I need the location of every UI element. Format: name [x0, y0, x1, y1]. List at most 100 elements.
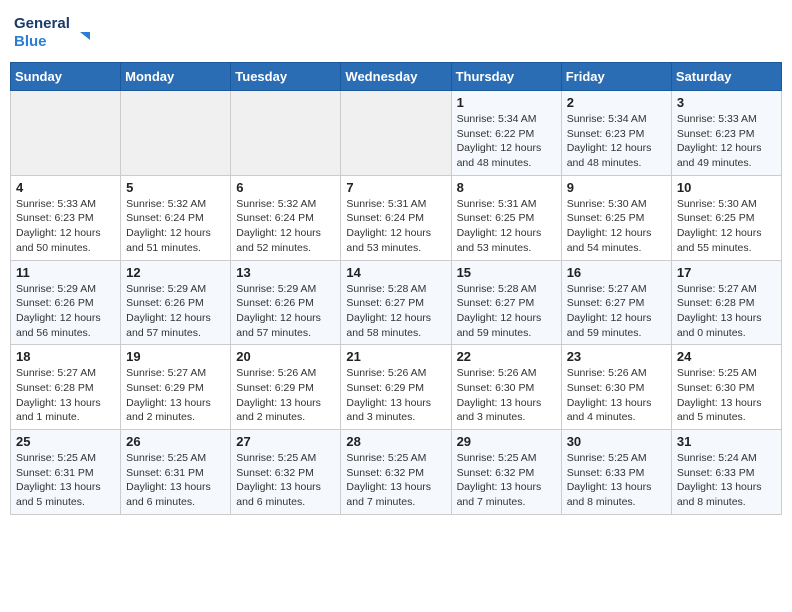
day-number: 7 [346, 180, 445, 195]
day-number: 12 [126, 265, 225, 280]
day-info: Sunrise: 5:26 AM Sunset: 6:30 PM Dayligh… [567, 366, 666, 425]
day-info: Sunrise: 5:34 AM Sunset: 6:22 PM Dayligh… [457, 112, 556, 171]
weekday-header-wednesday: Wednesday [341, 63, 451, 91]
day-info: Sunrise: 5:27 AM Sunset: 6:28 PM Dayligh… [677, 282, 776, 341]
calendar-cell: 11 Sunrise: 5:29 AM Sunset: 6:26 PM Dayli… [11, 260, 121, 345]
day-number: 20 [236, 349, 335, 364]
svg-text:General: General [14, 15, 70, 32]
day-info: Sunrise: 5:28 AM Sunset: 6:27 PM Dayligh… [346, 282, 445, 341]
day-info: Sunrise: 5:25 AM Sunset: 6:32 PM Dayligh… [457, 451, 556, 510]
day-number: 8 [457, 180, 556, 195]
calendar-cell: 5 Sunrise: 5:32 AM Sunset: 6:24 PM Daylig… [121, 175, 231, 260]
day-info: Sunrise: 5:26 AM Sunset: 6:29 PM Dayligh… [236, 366, 335, 425]
calendar-cell: 10 Sunrise: 5:30 AM Sunset: 6:25 PM Dayli… [671, 175, 781, 260]
calendar-week-2: 4 Sunrise: 5:33 AM Sunset: 6:23 PM Daylig… [11, 175, 782, 260]
day-info: Sunrise: 5:31 AM Sunset: 6:25 PM Dayligh… [457, 197, 556, 256]
day-number: 21 [346, 349, 445, 364]
day-info: Sunrise: 5:30 AM Sunset: 6:25 PM Dayligh… [677, 197, 776, 256]
calendar-cell: 7 Sunrise: 5:31 AM Sunset: 6:24 PM Daylig… [341, 175, 451, 260]
day-number: 18 [16, 349, 115, 364]
weekday-header-thursday: Thursday [451, 63, 561, 91]
day-info: Sunrise: 5:27 AM Sunset: 6:28 PM Dayligh… [16, 366, 115, 425]
calendar-cell: 31 Sunrise: 5:24 AM Sunset: 6:33 PM Dayli… [671, 430, 781, 515]
day-number: 16 [567, 265, 666, 280]
day-info: Sunrise: 5:34 AM Sunset: 6:23 PM Dayligh… [567, 112, 666, 171]
day-info: Sunrise: 5:29 AM Sunset: 6:26 PM Dayligh… [236, 282, 335, 341]
day-info: Sunrise: 5:29 AM Sunset: 6:26 PM Dayligh… [126, 282, 225, 341]
calendar-header-row: SundayMondayTuesdayWednesdayThursdayFrid… [11, 63, 782, 91]
weekday-header-friday: Friday [561, 63, 671, 91]
calendar-cell: 19 Sunrise: 5:27 AM Sunset: 6:29 PM Dayli… [121, 345, 231, 430]
calendar-cell: 20 Sunrise: 5:26 AM Sunset: 6:29 PM Dayli… [231, 345, 341, 430]
calendar-cell: 9 Sunrise: 5:30 AM Sunset: 6:25 PM Daylig… [561, 175, 671, 260]
day-number: 5 [126, 180, 225, 195]
weekday-header-sunday: Sunday [11, 63, 121, 91]
day-number: 29 [457, 434, 556, 449]
svg-text:Blue: Blue [14, 33, 47, 50]
calendar-cell: 25 Sunrise: 5:25 AM Sunset: 6:31 PM Dayli… [11, 430, 121, 515]
calendar-cell: 22 Sunrise: 5:26 AM Sunset: 6:30 PM Dayli… [451, 345, 561, 430]
calendar-cell: 13 Sunrise: 5:29 AM Sunset: 6:26 PM Dayli… [231, 260, 341, 345]
day-number: 1 [457, 95, 556, 110]
day-info: Sunrise: 5:32 AM Sunset: 6:24 PM Dayligh… [236, 197, 335, 256]
calendar-cell: 30Sunrise: 5:25 AM Sunset: 6:33 PM Dayli… [561, 430, 671, 515]
calendar-cell: 16 Sunrise: 5:27 AM Sunset: 6:27 PM Dayli… [561, 260, 671, 345]
day-info: Sunrise: 5:32 AM Sunset: 6:24 PM Dayligh… [126, 197, 225, 256]
calendar-cell: 3Sunrise: 5:33 AM Sunset: 6:23 PM Daylig… [671, 91, 781, 176]
day-number: 3 [677, 95, 776, 110]
calendar-cell [341, 91, 451, 176]
day-info: Sunrise: 5:27 AM Sunset: 6:27 PM Dayligh… [567, 282, 666, 341]
day-number: 25 [16, 434, 115, 449]
day-number: 6 [236, 180, 335, 195]
day-info: Sunrise: 5:26 AM Sunset: 6:30 PM Dayligh… [457, 366, 556, 425]
calendar-cell: 14Sunrise: 5:28 AM Sunset: 6:27 PM Dayli… [341, 260, 451, 345]
logo: General Blue [14, 10, 94, 54]
day-info: Sunrise: 5:25 AM Sunset: 6:30 PM Dayligh… [677, 366, 776, 425]
calendar-cell: 21 Sunrise: 5:26 AM Sunset: 6:29 PM Dayli… [341, 345, 451, 430]
day-info: Sunrise: 5:24 AM Sunset: 6:33 PM Dayligh… [677, 451, 776, 510]
calendar-table: SundayMondayTuesdayWednesdayThursdayFrid… [10, 62, 782, 515]
day-info: Sunrise: 5:30 AM Sunset: 6:25 PM Dayligh… [567, 197, 666, 256]
day-info: Sunrise: 5:25 AM Sunset: 6:31 PM Dayligh… [126, 451, 225, 510]
day-info: Sunrise: 5:33 AM Sunset: 6:23 PM Dayligh… [16, 197, 115, 256]
calendar-cell: 29 Sunrise: 5:25 AM Sunset: 6:32 PM Dayli… [451, 430, 561, 515]
day-info: Sunrise: 5:27 AM Sunset: 6:29 PM Dayligh… [126, 366, 225, 425]
calendar-week-4: 18 Sunrise: 5:27 AM Sunset: 6:28 PM Dayli… [11, 345, 782, 430]
day-info: Sunrise: 5:26 AM Sunset: 6:29 PM Dayligh… [346, 366, 445, 425]
calendar-cell: 23Sunrise: 5:26 AM Sunset: 6:30 PM Dayli… [561, 345, 671, 430]
day-info: Sunrise: 5:28 AM Sunset: 6:27 PM Dayligh… [457, 282, 556, 341]
calendar-cell: 18 Sunrise: 5:27 AM Sunset: 6:28 PM Dayli… [11, 345, 121, 430]
calendar-cell [11, 91, 121, 176]
day-number: 26 [126, 434, 225, 449]
day-number: 9 [567, 180, 666, 195]
day-number: 15 [457, 265, 556, 280]
weekday-header-monday: Monday [121, 63, 231, 91]
calendar-week-3: 11 Sunrise: 5:29 AM Sunset: 6:26 PM Dayli… [11, 260, 782, 345]
day-info: Sunrise: 5:31 AM Sunset: 6:24 PM Dayligh… [346, 197, 445, 256]
calendar-cell: 8 Sunrise: 5:31 AM Sunset: 6:25 PM Daylig… [451, 175, 561, 260]
day-number: 30 [567, 434, 666, 449]
calendar-cell [121, 91, 231, 176]
day-number: 17 [677, 265, 776, 280]
day-number: 24 [677, 349, 776, 364]
calendar-cell: 26 Sunrise: 5:25 AM Sunset: 6:31 PM Dayli… [121, 430, 231, 515]
calendar-week-1: 1 Sunrise: 5:34 AM Sunset: 6:22 PM Daylig… [11, 91, 782, 176]
calendar-cell: 4 Sunrise: 5:33 AM Sunset: 6:23 PM Daylig… [11, 175, 121, 260]
day-number: 19 [126, 349, 225, 364]
day-number: 10 [677, 180, 776, 195]
calendar-cell: 12 Sunrise: 5:29 AM Sunset: 6:26 PM Dayli… [121, 260, 231, 345]
calendar-week-5: 25 Sunrise: 5:25 AM Sunset: 6:31 PM Dayli… [11, 430, 782, 515]
day-number: 31 [677, 434, 776, 449]
calendar-cell: 6 Sunrise: 5:32 AM Sunset: 6:24 PM Daylig… [231, 175, 341, 260]
day-info: Sunrise: 5:25 AM Sunset: 6:31 PM Dayligh… [16, 451, 115, 510]
calendar-cell [231, 91, 341, 176]
day-number: 13 [236, 265, 335, 280]
weekday-header-tuesday: Tuesday [231, 63, 341, 91]
day-number: 22 [457, 349, 556, 364]
day-info: Sunrise: 5:29 AM Sunset: 6:26 PM Dayligh… [16, 282, 115, 341]
day-number: 11 [16, 265, 115, 280]
day-number: 28 [346, 434, 445, 449]
day-number: 4 [16, 180, 115, 195]
calendar-cell: 28Sunrise: 5:25 AM Sunset: 6:32 PM Dayli… [341, 430, 451, 515]
calendar-cell: 2Sunrise: 5:34 AM Sunset: 6:23 PM Daylig… [561, 91, 671, 176]
